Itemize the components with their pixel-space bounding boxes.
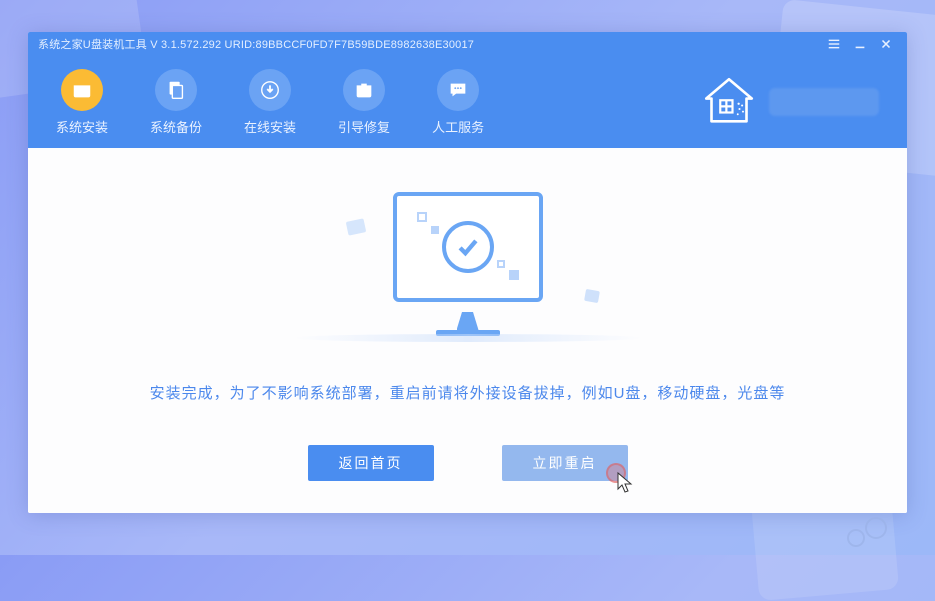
download-icon bbox=[249, 69, 291, 111]
tab-label: 人工服务 bbox=[432, 117, 484, 136]
completion-message: 安装完成，为了不影响系统部署，重启前请将外接设备拔掉，例如U盘，移动硬盘，光盘等 bbox=[110, 382, 826, 403]
brand-logo-area bbox=[701, 74, 879, 130]
menu-icon bbox=[827, 37, 841, 51]
tab-label: 系统备份 bbox=[150, 117, 202, 136]
tab-system-install[interactable]: 系统安装 bbox=[56, 69, 108, 136]
app-window: 系统之家U盘装机工具 V 3.1.572.292 URID:89BBCCF0FD… bbox=[28, 32, 907, 513]
toolbar: 系统安装 系统备份 在线安装 引导修复 人工服务 bbox=[28, 56, 907, 148]
tab-manual-service[interactable]: 人工服务 bbox=[432, 69, 484, 136]
tab-boot-repair[interactable]: 引导修复 bbox=[338, 69, 390, 136]
close-icon bbox=[879, 37, 893, 51]
tab-label: 在线安装 bbox=[244, 117, 296, 136]
tab-system-backup[interactable]: 系统备份 bbox=[150, 69, 202, 136]
chat-icon bbox=[437, 69, 479, 111]
copy-icon bbox=[155, 69, 197, 111]
close-button[interactable] bbox=[873, 32, 899, 56]
tab-label: 系统安装 bbox=[56, 117, 108, 136]
minimize-icon bbox=[853, 37, 867, 51]
checkmark-icon bbox=[442, 221, 494, 273]
action-buttons: 返回首页 立即重启 bbox=[308, 445, 628, 481]
window-title: 系统之家U盘装机工具 V 3.1.572.292 URID:89BBCCF0FD… bbox=[38, 36, 474, 52]
restart-now-button[interactable]: 立即重启 bbox=[502, 445, 628, 481]
button-label: 立即重启 bbox=[533, 453, 597, 473]
tab-label: 引导修复 bbox=[338, 117, 390, 136]
brand-text-obscured bbox=[769, 88, 879, 116]
back-home-button[interactable]: 返回首页 bbox=[308, 445, 434, 481]
briefcase-icon bbox=[343, 69, 385, 111]
tab-online-install[interactable]: 在线安装 bbox=[244, 69, 296, 136]
menu-button[interactable] bbox=[821, 32, 847, 56]
corner-decoration bbox=[843, 517, 887, 547]
box-icon bbox=[61, 69, 103, 111]
cursor-icon bbox=[616, 471, 634, 493]
main-content: 安装完成，为了不影响系统部署，重启前请将外接设备拔掉，例如U盘，移动硬盘，光盘等… bbox=[28, 148, 907, 513]
house-logo-icon bbox=[701, 74, 757, 130]
button-label: 返回首页 bbox=[339, 453, 403, 473]
success-illustration bbox=[383, 192, 553, 342]
titlebar: 系统之家U盘装机工具 V 3.1.572.292 URID:89BBCCF0FD… bbox=[28, 32, 907, 56]
minimize-button[interactable] bbox=[847, 32, 873, 56]
